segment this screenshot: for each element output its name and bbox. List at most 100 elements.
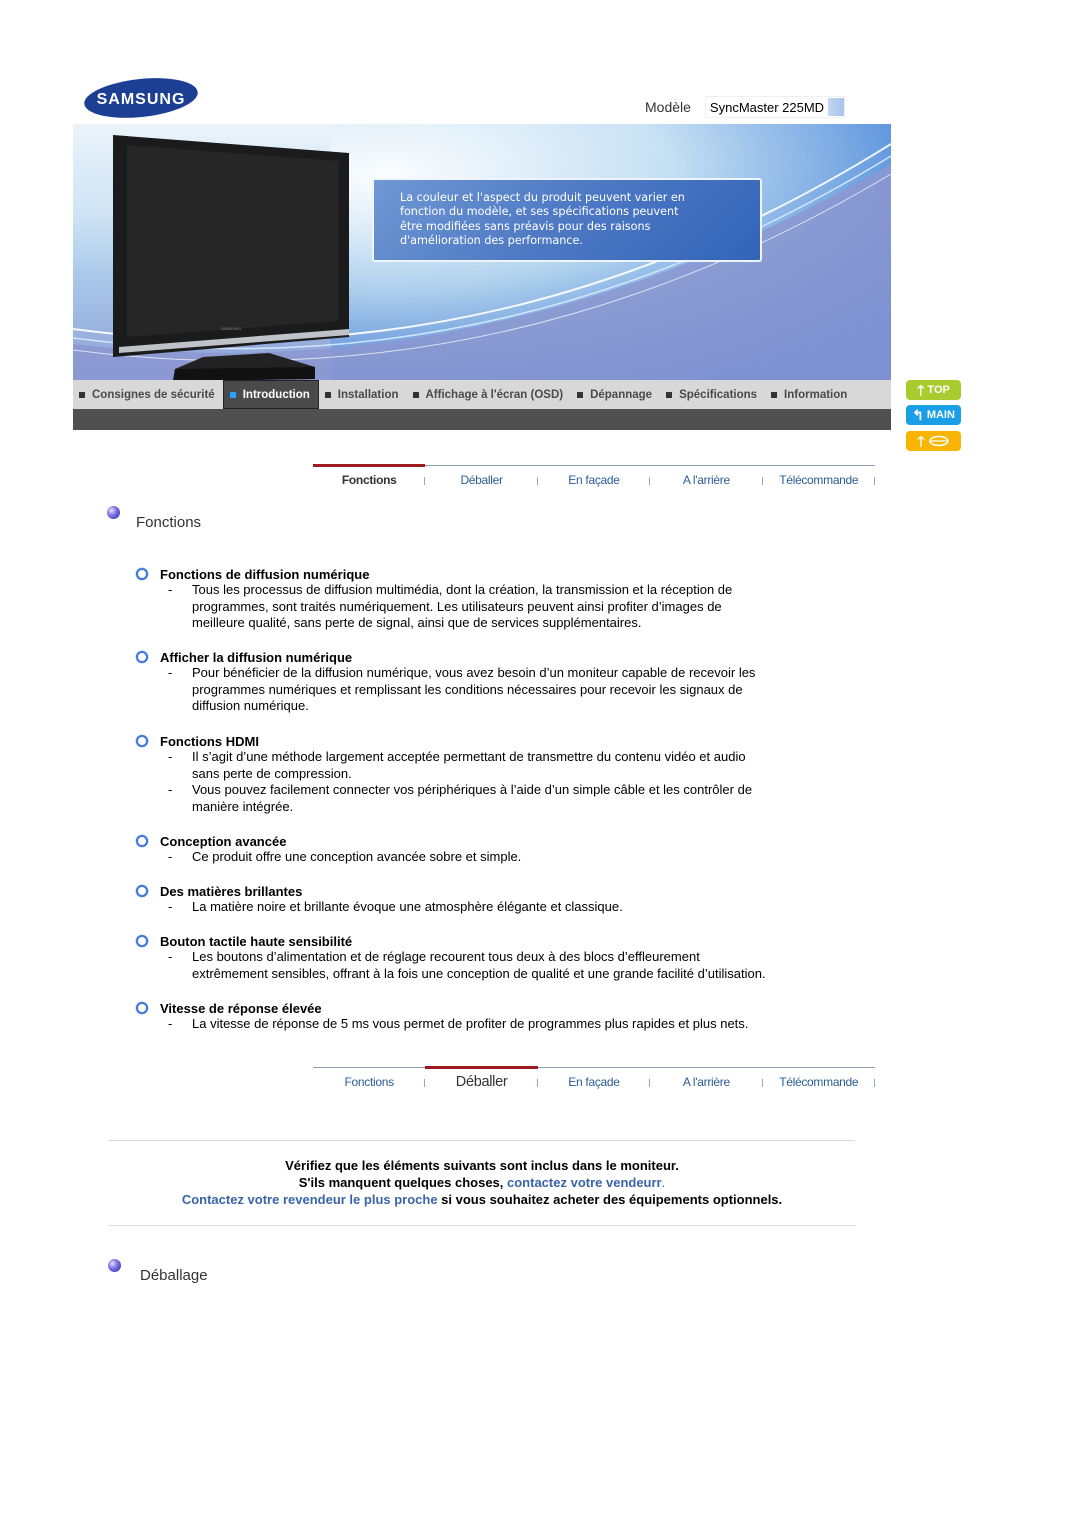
nav-underbar [73, 409, 891, 430]
contact-nearest-reseller-link[interactable]: Contactez votre revendeur le plus proche [182, 1192, 438, 1207]
feature-description-text: extrêmement sensibles, offrant à la fois… [192, 965, 766, 981]
feature-title: Vitesse de réponse élevée [160, 1000, 322, 1016]
nav-item-introduction[interactable]: Introduction [222, 380, 319, 409]
notice-line: fonction du modèle, et ses spécification… [400, 205, 679, 219]
feature-description-line: programmes, sont traités numériquement. … [136, 599, 856, 616]
subtab-telecommande[interactable]: Télécommande [763, 1068, 876, 1096]
square-bullet-icon [324, 391, 331, 398]
subtab-en-facade[interactable]: En façade [538, 466, 651, 494]
unpack-notice-text: Vérifiez que les éléments suivants sont … [285, 1158, 679, 1173]
ring-bullet-icon [136, 935, 148, 947]
subtab-telecommande[interactable]: Télécommande [763, 466, 876, 494]
subtabs-top: Fonctions Déballer En façade A l'arrière… [313, 464, 876, 494]
arrow-return-icon: ↰ [912, 407, 924, 423]
unpack-notice-line-3: Contactez votre revendeur le plus proche… [109, 1191, 855, 1208]
subtab-deballer[interactable]: Déballer [425, 466, 539, 494]
feature-heading: Vitesse de réponse élevée [136, 1000, 856, 1016]
dash-bullet [136, 766, 192, 783]
divider [109, 1225, 855, 1226]
nav-item-installation[interactable]: Installation [319, 380, 407, 409]
unpack-notice-text: S'ils manquent quelques choses, [298, 1175, 508, 1190]
nav-item-consignes-de-securite[interactable]: Consignes de sécurité [73, 380, 223, 409]
subtab-fonctions[interactable]: Fonctions [313, 1068, 426, 1096]
square-bullet-icon [412, 391, 419, 398]
ring-bullet-icon [136, 651, 148, 663]
feature-title: Conception avancée [160, 833, 287, 849]
model-label: Modèle [645, 99, 691, 115]
nav-item-information[interactable]: Information [765, 380, 855, 409]
feature-item: Fonctions HDMI - Il s’agit d’une méthode l… [136, 733, 856, 816]
feature-description-line: diffusion numérique. [136, 698, 856, 715]
notice-line: La couleur et l'aspect du produit peuven… [400, 191, 685, 204]
nav-item-specifications[interactable]: Spécifications [660, 380, 765, 409]
section-header-fonctions: Fonctions [107, 506, 201, 531]
samsung-logo: SAMSUNG [82, 76, 200, 120]
feature-description-text: manière intégrée. [192, 799, 294, 815]
feature-item: Vitesse de réponse élevée - La vitesse de … [136, 1000, 856, 1033]
feature-item: Conception avancée - Ce produit offre une … [136, 833, 856, 866]
unpack-notice-text: si vous souhaitez acheter des équipement… [437, 1192, 783, 1207]
feature-title: Afficher la diffusion numérique [160, 649, 353, 665]
feature-description-text: diffusion numérique. [192, 698, 309, 714]
dash-bullet: - [168, 665, 173, 680]
model-selector: Modèle SyncMaster 225MD [645, 96, 846, 118]
feature-description-text: meilleure qualité, sans perte de signal,… [192, 615, 642, 631]
nav-item-depannage[interactable]: Dépannage [571, 380, 660, 409]
square-bullet-icon [229, 391, 236, 398]
ring-bullet-icon [136, 735, 148, 747]
dash-bullet: - [168, 849, 173, 864]
dash-bullet [136, 966, 192, 983]
subtab-fonctions[interactable]: Fonctions [313, 464, 426, 494]
orb-bullet-icon [108, 1259, 121, 1272]
section-header-deballage: Déballage [108, 1259, 208, 1284]
model-dropdown[interactable]: SyncMaster 225MD [704, 96, 846, 118]
main-navigation: Consignes de sécurité Introduction Insta… [73, 380, 891, 409]
feature-description-line: meilleure qualité, sans perte de signal,… [136, 615, 856, 632]
feature-description-text: Tous les processus de diffusion multiméd… [192, 582, 733, 597]
feature-heading: Fonctions de diffusion numérique [136, 566, 856, 582]
square-bullet-icon [666, 391, 673, 398]
svg-text:SAMSUNG: SAMSUNG [221, 326, 241, 331]
feature-description-line: sans perte de compression. [136, 766, 856, 783]
top-button-label: TOP [927, 384, 950, 396]
dash-bullet: - [168, 1016, 173, 1031]
notice-line: d'amélioration des performance. [400, 234, 583, 248]
dash-bullet [136, 615, 192, 632]
feature-description-line: - Les boutons d’alimentation et de réglag… [136, 949, 856, 966]
subtab-deballer[interactable]: Déballer [425, 1066, 539, 1096]
product-banner: La couleur et l'aspect du produit peuven… [73, 124, 891, 380]
feature-description-text: La vitesse de réponse de 5 ms vous perme… [192, 1016, 749, 1031]
dash-bullet [136, 682, 192, 699]
model-dropdown-icon[interactable] [828, 98, 845, 116]
print-button[interactable]: 🡑 [906, 431, 961, 451]
subtab-en-facade[interactable]: En façade [538, 1068, 651, 1096]
subtab-a-larriere[interactable]: A l'arrière [650, 466, 763, 494]
feature-heading: Des matières brillantes [136, 883, 856, 899]
feature-item: Bouton tactile haute sensibilité - Les bou… [136, 933, 856, 982]
feature-title: Fonctions HDMI [160, 733, 259, 749]
feature-description-line: manière intégrée. [136, 799, 856, 816]
divider [109, 1140, 855, 1141]
feature-title: Fonctions de diffusion numérique [160, 566, 370, 582]
feature-title: Des matières brillantes [160, 883, 303, 899]
nav-item-affichage-osd[interactable]: Affichage à l'écran (OSD) [407, 380, 572, 409]
nav-item-label: Introduction [242, 388, 310, 401]
subtab-a-larriere[interactable]: A l'arrière [650, 1068, 763, 1096]
main-button[interactable]: ↰ MAIN [906, 405, 961, 425]
glasses-icon [928, 435, 949, 447]
contact-seller-link[interactable]: contactez votre vendeurr [507, 1175, 662, 1190]
subtabs-bottom: Fonctions Déballer En façade A l'arrière… [313, 1066, 876, 1096]
arrow-up-icon: 🡑 [917, 382, 925, 398]
nav-item-label: Dépannage [590, 388, 653, 401]
dash-bullet [136, 599, 192, 616]
top-button[interactable]: 🡑 TOP [906, 380, 961, 400]
feature-description-line: extrêmement sensibles, offrant à la fois… [136, 966, 856, 983]
nav-item-label: Consignes de sécurité [92, 388, 215, 401]
feature-description-line: - Tous les processus de diffusion multimé… [136, 582, 856, 599]
feature-description-text: Les boutons d’alimentation et de réglage… [192, 949, 700, 964]
feature-description-line: - Vous pouvez facilement connecter vos pé… [136, 782, 856, 799]
ring-bullet-icon [136, 1002, 148, 1014]
dash-bullet: - [168, 899, 173, 914]
main-button-label: MAIN [926, 409, 955, 421]
feature-description-line: programmes numériques et remplissant les… [136, 682, 856, 699]
